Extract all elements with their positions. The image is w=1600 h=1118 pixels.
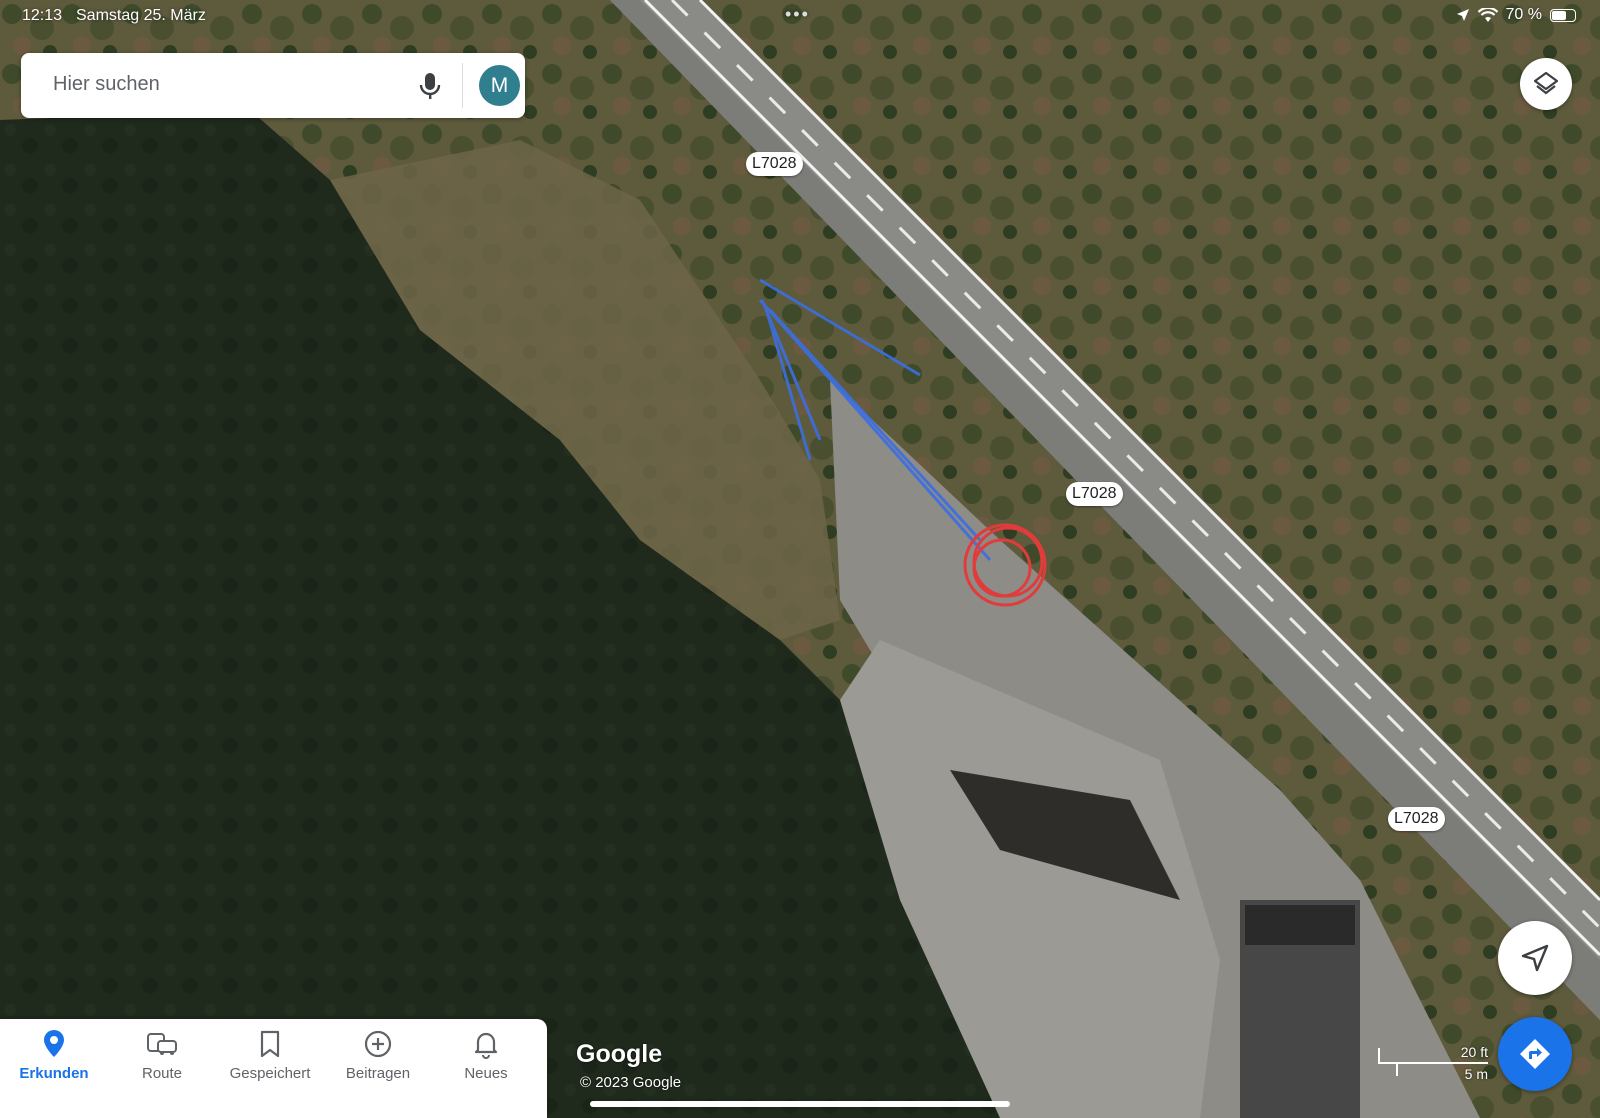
bell-icon [474,1032,498,1059]
nav-tab-gespeichert[interactable]: Gespeichert [216,1029,324,1082]
nav-tab-beitragen[interactable]: Beitragen [324,1029,432,1082]
my-location-button[interactable] [1498,921,1572,995]
directions-icon [1520,1039,1550,1069]
pin-icon [44,1030,64,1057]
account-avatar[interactable]: M [479,65,520,106]
layers-icon [1533,71,1559,95]
battery-percentage: 70 % [1505,6,1542,23]
search-bar[interactable]: Hier suchen M [21,53,525,118]
copyright-text[interactable]: © 2023 Google [580,1074,681,1091]
scale-bar: 20 ft 5 m [1378,1040,1488,1082]
add-circle-icon [364,1030,392,1058]
home-indicator[interactable] [590,1101,1010,1107]
scale-tick [1396,1062,1398,1076]
road-label: L7028 [1388,807,1445,831]
road-label: L7028 [1066,482,1123,506]
directions-button[interactable] [1498,1017,1572,1091]
navigation-arrow-icon [1521,944,1549,972]
location-arrow-icon [1456,9,1469,21]
scale-meters: 5 m [1464,1066,1488,1082]
bottom-navigation: Erkunden Route Gespeichert Beitragen Neu… [0,1019,547,1118]
nav-tab-route[interactable]: Route [108,1029,216,1082]
scale-tick [1378,1048,1380,1062]
nav-label: Gespeichert [229,1065,311,1082]
layers-button[interactable] [1520,58,1572,110]
multitasking-dots[interactable]: ••• [785,4,810,25]
nav-label: Beitragen [345,1065,411,1082]
nav-label: Erkunden [19,1065,89,1082]
microphone-icon[interactable] [417,71,443,101]
search-divider [462,63,463,108]
wifi-icon [1477,7,1498,22]
battery-icon [1550,8,1576,22]
nav-tab-erkunden[interactable]: Erkunden [0,1029,108,1082]
car-bus-icon [147,1033,177,1055]
nav-label: Route [141,1065,183,1082]
bookmark-icon [260,1030,280,1058]
scale-feet: 20 ft [1460,1044,1488,1060]
status-date: Samstag 25. März [76,7,206,24]
google-logo: Google [576,1040,663,1068]
road-label: L7028 [746,152,803,176]
status-indicators: 70 % [1456,6,1576,24]
status-bar: 12:13 Samstag 25. März ••• 70 % [0,0,1600,32]
scale-line [1378,1062,1488,1064]
nav-label: Neues [464,1065,508,1082]
battery-fill [1552,10,1566,20]
nav-tab-neues[interactable]: Neues [432,1029,540,1082]
status-time: 12:13 [22,7,63,24]
search-input[interactable]: Hier suchen [53,73,160,96]
